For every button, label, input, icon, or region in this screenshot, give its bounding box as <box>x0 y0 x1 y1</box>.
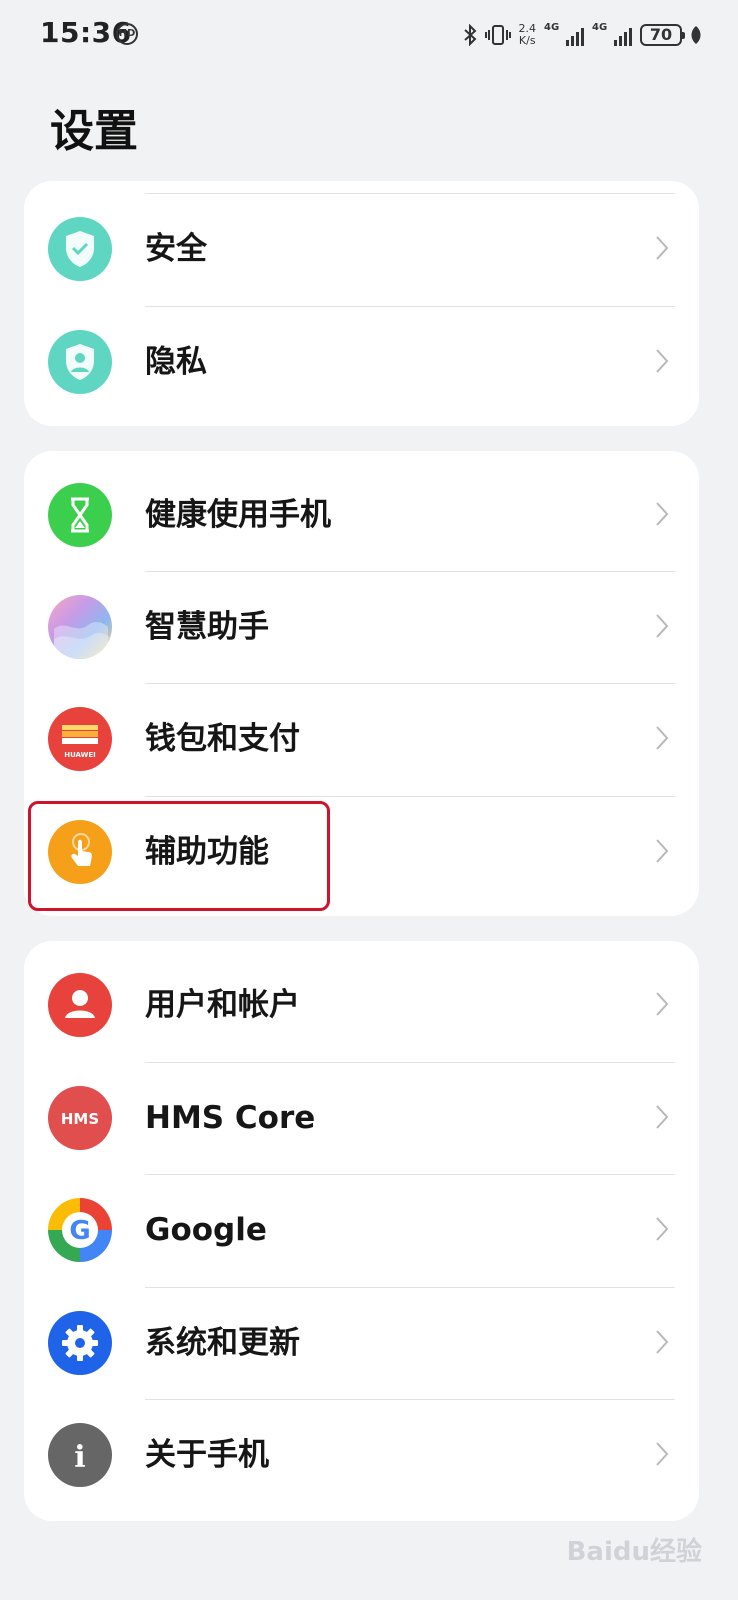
settings-group-system: 用户和帐户 HMS HMS Core G Google 系统和更新 i 关于手机 <box>24 941 699 1521</box>
battery-icon: 70 <box>640 24 685 46</box>
settings-item-label: 关于手机 <box>145 1437 269 1473</box>
chevron-right-icon <box>656 614 669 638</box>
watermark: Baidu经验 <box>566 1537 702 1567</box>
settings-item-users-accounts[interactable]: 用户和帐户 <box>24 949 699 1062</box>
settings-item-digital-balance[interactable]: 健康使用手机 <box>24 459 699 572</box>
settings-item-label: 智慧助手 <box>145 609 269 645</box>
sim2-signal-icon: 4G <box>592 22 632 48</box>
info-icon: i <box>48 1423 112 1487</box>
settings-item-security[interactable]: 安全 <box>24 193 699 306</box>
status-bar: 15:36 HD 2.4 K/s 4G 4G 70 <box>0 0 738 70</box>
chevron-right-icon <box>656 1105 669 1129</box>
gear-icon <box>48 1311 112 1375</box>
chevron-right-icon <box>656 1217 669 1241</box>
user-icon <box>48 973 112 1037</box>
hms-core-icon: HMS <box>48 1086 112 1150</box>
chevron-right-icon <box>656 502 669 526</box>
settings-item-system-updates[interactable]: 系统和更新 <box>24 1287 699 1400</box>
google-icon-text: G <box>69 1216 90 1246</box>
privacy-shield-icon <box>48 330 112 394</box>
status-icons: 2.4 K/s 4G 4G 70 <box>463 18 703 52</box>
wallet-icon-text: HUAWEI <box>64 751 96 759</box>
hms-icon-text: HMS <box>61 1110 99 1128</box>
google-icon: G <box>48 1198 112 1262</box>
settings-item-label: 隐私 <box>145 344 207 380</box>
settings-item-label: 安全 <box>145 231 207 267</box>
chevron-right-icon <box>656 236 669 260</box>
settings-item-wallet[interactable]: HUAWEI 钱包和支付 <box>24 683 699 796</box>
settings-item-smart-assistant[interactable]: 智慧助手 <box>24 571 699 684</box>
settings-item-label: 用户和帐户 <box>145 987 300 1023</box>
settings-item-label: 系统和更新 <box>145 1325 300 1361</box>
hourglass-icon <box>48 483 112 547</box>
leaf-icon <box>691 26 701 44</box>
settings-item-label: 健康使用手机 <box>145 497 331 533</box>
chevron-right-icon <box>656 1442 669 1466</box>
chevron-right-icon <box>656 839 669 863</box>
chevron-right-icon <box>656 1330 669 1354</box>
settings-item-privacy[interactable]: 隐私 <box>24 306 699 419</box>
wallet-icon: HUAWEI <box>48 707 112 771</box>
shield-check-icon <box>48 217 112 281</box>
settings-item-google[interactable]: G Google <box>24 1174 699 1287</box>
bluetooth-icon <box>463 24 476 46</box>
info-icon-text: i <box>74 1440 85 1475</box>
assistant-icon <box>48 595 112 659</box>
settings-item-hms-core[interactable]: HMS HMS Core <box>24 1062 699 1175</box>
page-title: 设置 <box>50 106 138 157</box>
highlight-box <box>28 801 330 911</box>
chevron-right-icon <box>656 349 669 373</box>
chevron-right-icon <box>656 726 669 750</box>
vibrate-icon <box>484 25 511 45</box>
network-speed: 2.4 K/s <box>518 22 537 47</box>
settings-item-about-phone[interactable]: i 关于手机 <box>24 1399 699 1512</box>
sim1-signal-icon: 4G <box>544 22 584 48</box>
settings-item-label: HMS Core <box>145 1100 316 1136</box>
chevron-right-icon <box>656 992 669 1016</box>
settings-group-security: 安全 隐私 <box>24 181 699 426</box>
settings-item-label: Google <box>145 1212 267 1248</box>
settings-item-label: 钱包和支付 <box>145 721 300 757</box>
hd-call-icon: HD <box>116 23 138 45</box>
